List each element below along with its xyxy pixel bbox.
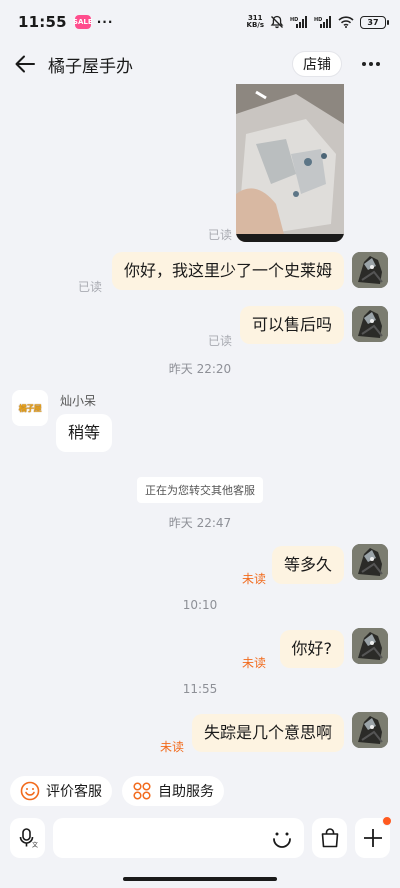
emoji-icon[interactable] <box>270 826 294 850</box>
agent-name: 灿小呆 <box>60 394 97 408</box>
more-actions-button[interactable] <box>355 816 392 858</box>
shop-button[interactable]: 店铺 <box>292 51 342 77</box>
message-input-wrapper <box>53 818 304 858</box>
user-avatar[interactable] <box>352 306 388 342</box>
rate-service-button[interactable]: 评价客服 <box>10 776 112 806</box>
sent-message-bubble[interactable]: 失踪是几个意思啊 <box>191 714 344 752</box>
svg-text:HD: HD <box>314 17 322 23</box>
grid-icon <box>133 782 151 800</box>
shopping-bag-icon <box>321 828 338 848</box>
back-arrow-icon <box>15 55 35 73</box>
sent-message-bubble[interactable]: 等多久 <box>271 546 344 584</box>
order-button[interactable] <box>312 818 347 858</box>
timestamp: 10:10 <box>182 598 218 612</box>
notification-app-icon: SALE <box>73 15 93 29</box>
self-service-button[interactable]: 自助服务 <box>122 776 224 806</box>
read-status: 已读 <box>78 280 103 294</box>
system-notice: 正在为您转交其他客服 <box>137 477 263 503</box>
more-dot-icon <box>376 62 380 66</box>
smile-icon <box>20 781 40 801</box>
signal-hd-icon: HD <box>290 16 308 28</box>
photo-message[interactable] <box>236 84 344 242</box>
self-service-label: 自助服务 <box>158 784 214 800</box>
back-button[interactable] <box>12 51 38 77</box>
timestamp: 11:55 <box>182 682 218 696</box>
status-time: 11:55 <box>18 13 67 31</box>
microphone-icon: 文 <box>19 828 38 849</box>
received-message-bubble[interactable]: 稍等 <box>56 414 113 452</box>
shop-logo: 橘子屋 <box>18 403 42 413</box>
message-input[interactable] <box>53 818 304 858</box>
network-speed: 311 KB/s <box>247 15 264 29</box>
agent-avatar[interactable]: 橘子屋 <box>12 390 48 426</box>
sent-message-bubble[interactable]: 你好，我这里少了一个史莱姆 <box>111 252 344 290</box>
user-avatar[interactable] <box>352 544 388 580</box>
timestamp: 昨天 22:47 <box>168 516 232 530</box>
read-status: 已读 <box>207 228 232 242</box>
svg-text:文: 文 <box>32 841 38 849</box>
more-dot-icon <box>362 62 366 66</box>
user-avatar[interactable] <box>352 252 388 288</box>
more-notifications-icon: ··· <box>96 15 114 29</box>
home-indicator[interactable] <box>123 877 277 881</box>
voice-input-button[interactable]: 文 <box>10 818 45 858</box>
more-dot-icon <box>369 62 373 66</box>
read-status: 已读 <box>207 334 232 348</box>
notification-dot <box>382 816 392 826</box>
input-bar: 文 <box>0 816 400 858</box>
status-bar: 11:55 SALE ··· 311 KB/s HD HD 37 <box>0 0 400 44</box>
quick-actions: 评价客服 自助服务 <box>0 776 400 808</box>
svg-text:HD: HD <box>290 17 298 23</box>
chat-title: 橘子屋手办 <box>48 56 133 77</box>
user-avatar[interactable] <box>352 628 388 664</box>
signal-hd-icon-2: HD <box>314 16 332 28</box>
battery-indicator: 37 <box>360 15 389 29</box>
sent-message-bubble[interactable]: 你好? <box>279 630 344 668</box>
unread-status: 未读 <box>241 656 266 670</box>
wifi-icon <box>338 16 354 28</box>
message-list[interactable]: 已读 你好，我这里少了一个史莱姆 已读 可以售后吗 已读 昨天 22:20 橘子… <box>0 84 400 772</box>
user-avatar[interactable] <box>352 712 388 748</box>
unread-status: 未读 <box>159 740 184 754</box>
timestamp: 昨天 22:20 <box>168 362 232 376</box>
plus-icon <box>363 829 382 847</box>
sent-message-bubble[interactable]: 可以售后吗 <box>239 306 344 344</box>
unread-status: 未读 <box>241 572 266 586</box>
mute-bell-icon <box>270 15 284 29</box>
more-options-button[interactable] <box>356 51 386 77</box>
network-speed-unit: KB/s <box>246 21 264 29</box>
rate-service-label: 评价客服 <box>46 784 102 800</box>
chat-header: 橘子屋手办 店铺 <box>0 44 400 84</box>
